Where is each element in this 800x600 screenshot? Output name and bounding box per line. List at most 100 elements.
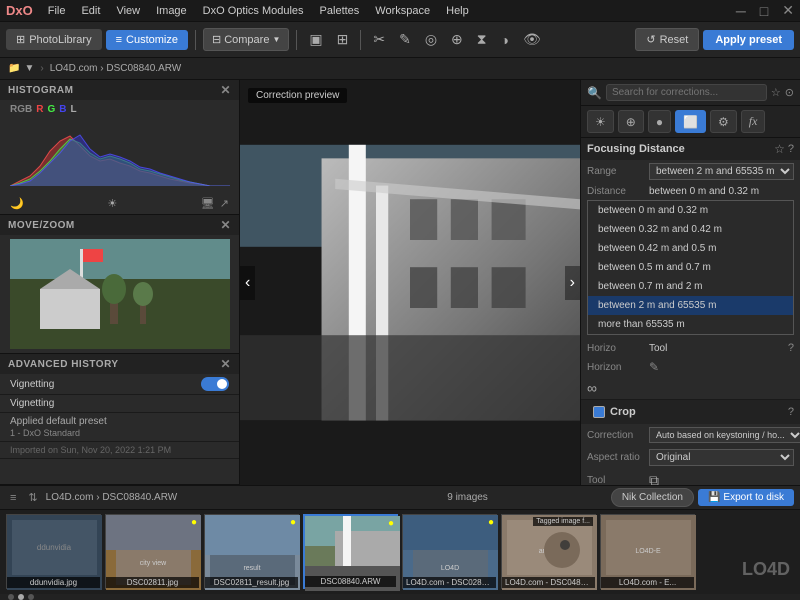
thumb-icon-5: ● (488, 517, 494, 528)
history-item-preset[interactable]: Applied default preset 1 - DxO Standard (0, 413, 239, 442)
repair-tool-button[interactable]: ⊕ (446, 28, 468, 51)
history-item-label-2: Vignetting (10, 398, 54, 409)
customize-button[interactable]: ≡ Customize (106, 30, 188, 50)
apply-preset-button[interactable]: Apply preset (703, 30, 794, 50)
filmstrip-thumb-2[interactable]: city view DSC02811.jpg ● (105, 514, 200, 589)
filmstrip-thumb-5[interactable]: LO4D LO4D.com - DSC02811... ● (402, 514, 497, 589)
filmstrip-sort-button[interactable]: ⇅ (24, 489, 41, 506)
range-select[interactable]: between 2 m and 65535 m (649, 163, 794, 180)
photo-library-button[interactable]: ⊞ PhotoLibrary (6, 29, 102, 50)
preview-thumbnail[interactable] (10, 239, 230, 349)
search-input[interactable] (606, 84, 767, 101)
breadcrumb: 📁 ▼ › LO4D.com › DSC08840.ARW (0, 58, 800, 80)
hist-g-mode[interactable]: G (47, 104, 55, 115)
crop-help-icon[interactable]: ? (788, 406, 794, 418)
movezoom-title: MOVE/ZOOM (8, 220, 75, 231)
eye-tool-button[interactable]: 👁 (518, 28, 546, 51)
crop-correction-select[interactable]: Auto based on keystoning / ho... (649, 427, 800, 443)
hist-rgb-mode[interactable]: RGB (10, 104, 32, 115)
export-to-disk-button[interactable]: 💾 Export to disk (698, 489, 794, 506)
horizon-help-icon[interactable]: ? (788, 342, 794, 354)
dropdown-item-6[interactable]: between 2 m and 65535 m (588, 296, 793, 315)
hist-b-mode[interactable]: B (59, 104, 66, 115)
thumb-label-2: DSC02811.jpg (106, 577, 199, 588)
filmstrip-thumb-6[interactable]: animal LO4D.com - DSC04857... Tagged ima… (501, 514, 596, 589)
view-grid-button[interactable]: ⊞ (332, 28, 354, 51)
history-toggle-1[interactable] (201, 377, 229, 391)
spot-tool-button[interactable]: ◎ (420, 28, 442, 51)
sun-icon: ☀ (107, 197, 117, 210)
compare-button[interactable]: ⊟ Compare ▼ (203, 28, 289, 51)
menu-workspace[interactable]: Workspace (368, 3, 437, 19)
dropdown-item-3[interactable]: between 0.42 m and 0.5 m (588, 239, 793, 258)
filter-tool-button[interactable]: ⧗ (472, 28, 492, 51)
tab-detail[interactable]: ● (648, 110, 671, 133)
tab-settings[interactable]: ⚙ (710, 110, 737, 133)
preview-svg (10, 239, 230, 349)
menu-image[interactable]: Image (149, 3, 194, 19)
edit-tool-button[interactable]: ✎ (394, 28, 416, 51)
dropdown-item-2[interactable]: between 0.32 m and 0.42 m (588, 220, 793, 239)
history-close-button[interactable]: ✕ (220, 357, 231, 371)
close-button[interactable]: ✕ (782, 2, 794, 19)
thumb-label-4: DSC08840.ARW (305, 576, 396, 587)
nav-next-button[interactable]: › (565, 266, 580, 300)
filmstrip-thumb-4[interactable]: DSC08840.ARW ● (303, 514, 398, 589)
reset-icon: ↺ (646, 33, 655, 46)
history-item-import[interactable]: Imported on Sun, Nov 20, 2022 1:21 PM (0, 442, 239, 459)
filmstrip-thumb-7[interactable]: LO4D-E LO4D.com - E... (600, 514, 695, 589)
reset-button[interactable]: ↺ Reset (635, 28, 699, 51)
crop-tool-button[interactable]: ✂ (368, 28, 390, 51)
menu-file[interactable]: File (41, 3, 73, 19)
tab-geometry[interactable]: ⬜ (675, 110, 706, 133)
right-tabs: ☀ ⊕ ● ⬜ ⚙ fx (581, 106, 800, 138)
crop-aspect-select[interactable]: Original (649, 449, 794, 466)
minimize-button[interactable]: ─ (736, 3, 746, 19)
hist-l-mode[interactable]: L (70, 104, 76, 115)
menu-dxo-optics[interactable]: DxO Optics Modules (196, 3, 311, 19)
dropdown-item-4[interactable]: between 0.5 m and 0.7 m (588, 258, 793, 277)
hist-r-mode[interactable]: R (36, 104, 43, 115)
focusing-dropdown[interactable]: between 0 m and 0.32 m between 0.32 m an… (587, 200, 794, 335)
nik-collection-button[interactable]: Nik Collection (611, 488, 694, 507)
tab-light[interactable]: ☀ (587, 110, 614, 133)
star-icon[interactable]: ☆ (771, 86, 781, 99)
menu-edit[interactable]: Edit (74, 3, 107, 19)
focusing-star-icon[interactable]: ☆ (774, 142, 785, 156)
horizon-label: Horizo (587, 343, 645, 354)
filmstrip-filter-button[interactable]: ≡ (6, 490, 20, 506)
view-single-button[interactable]: ▣ (304, 28, 327, 51)
histogram-close-button[interactable]: ✕ (220, 83, 231, 97)
toggle-icon[interactable]: ⊙ (785, 86, 794, 99)
focusing-help-icon[interactable]: ? (788, 143, 794, 155)
movezoom-close-button[interactable]: ✕ (220, 218, 231, 232)
menu-palettes[interactable]: Palettes (313, 3, 367, 19)
dropdown-item-5[interactable]: between 0.7 m and 2 m (588, 277, 793, 296)
history-item-vignetting-1[interactable]: Vignetting (0, 374, 239, 395)
dropdown-item-7[interactable]: more than 65535 m (588, 315, 793, 334)
filmstrip-thumb-3[interactable]: result DSC02811_result.jpg ● (204, 514, 299, 589)
history-item-vignetting-2[interactable]: Vignetting (0, 395, 239, 413)
focusing-distance-header: Focusing Distance ☆ ? (581, 138, 800, 160)
maximize-button[interactable]: □ (760, 3, 768, 19)
dropdown-item-1[interactable]: between 0 m and 0.32 m (588, 201, 793, 220)
horizon-edit-icon[interactable]: ✎ (649, 360, 659, 374)
monitor-icon[interactable]: 🖥 (201, 197, 215, 210)
history-title: ADVANCED HISTORY (8, 359, 119, 370)
filmstrip-thumb-1[interactable]: ddunvidia ddunvidia.jpg (6, 514, 101, 589)
mask-tool-button[interactable]: ◑ (496, 29, 514, 51)
crop-checkbox[interactable] (593, 406, 605, 418)
nav-prev-button[interactable]: ‹ (240, 266, 255, 300)
filmstrip-actions: Nik Collection 💾 Export to disk (611, 488, 794, 507)
crop-tool-icon[interactable]: ⧉ (649, 472, 659, 485)
movezoom-section: MOVE/ZOOM ✕ (0, 215, 239, 354)
export-icon[interactable]: ↗ (220, 197, 229, 210)
crop-tool-label: Tool (587, 475, 645, 485)
crop-section: Crop ? Correction Auto based on keystoni… (581, 400, 800, 485)
range-label: Range (587, 166, 645, 177)
tab-effects[interactable]: fx (741, 110, 766, 133)
movezoom-header: MOVE/ZOOM ✕ (0, 215, 239, 235)
tab-color[interactable]: ⊕ (618, 110, 644, 133)
menu-view[interactable]: View (109, 3, 147, 19)
menu-help[interactable]: Help (439, 3, 476, 19)
